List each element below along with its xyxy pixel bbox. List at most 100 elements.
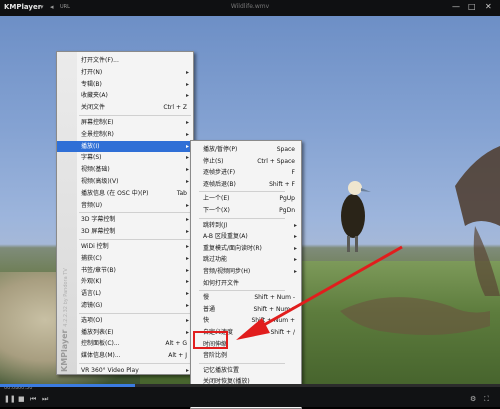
menu-item[interactable]: 3D 字幕控制 ▸: [57, 214, 193, 225]
menu-item[interactable]: 下一个(X) PgDn: [191, 205, 301, 216]
menu-item-shortcut: Shift + /: [270, 329, 295, 336]
fullscreen-icon[interactable]: ⛶: [484, 395, 489, 404]
menu-separator: [199, 191, 285, 193]
menu-item-shortcut: Shift + Num +: [251, 317, 295, 325]
menu-item-shortcut: Shift + F: [269, 180, 295, 188]
menu-item-label: VR 360° Video Play: [81, 367, 139, 374]
submenu-arrow-icon: ▸: [185, 80, 189, 88]
menu-separator: [199, 362, 285, 364]
menu-item[interactable]: 屏幕控制(E) ▸: [57, 117, 193, 128]
bird-image: [341, 181, 371, 252]
menu-item-label: 播放/暂停(P): [203, 146, 238, 153]
menu-item[interactable]: 字幕(S) ▸: [57, 152, 193, 163]
next-icon[interactable]: ⏭: [42, 395, 48, 404]
menu-item[interactable]: 书签/章节(B) ▸: [57, 265, 193, 276]
menu-item[interactable]: WiDi 控制 ▸: [57, 241, 193, 252]
submenu-arrow-icon: ▸: [293, 221, 297, 229]
menu-item-label: 普通: [203, 305, 216, 313]
menu-item[interactable]: 播放列表(E) ▸: [57, 327, 193, 338]
menu-item[interactable]: 视频(基础) ▸: [57, 164, 193, 175]
menu-item[interactable]: 语言(L) ▸: [57, 288, 193, 299]
submenu-arrow-icon: ▸: [185, 278, 189, 286]
menu-item[interactable]: 跳过功能 ▸: [191, 254, 301, 265]
submenu-arrow-icon: ▸: [185, 201, 189, 209]
menu-item[interactable]: 记忆播放位置: [191, 365, 301, 376]
menu-item[interactable]: VR 360° Video Play ▸: [57, 365, 193, 376]
menu-item-label: 记忆播放位置: [203, 366, 240, 374]
pause-icon[interactable]: ❚❚: [4, 395, 16, 403]
submenu-arrow-icon: ▸: [185, 68, 189, 76]
menu-item[interactable]: 打开文件(F)...: [57, 55, 193, 66]
menu-item[interactable]: 关闭文件 Ctrl + Z: [57, 102, 193, 113]
menu-item[interactable]: 如何打开文件: [191, 278, 301, 289]
menu-item[interactable]: 快 Shift + Num +: [191, 315, 301, 326]
menu-item-label: 音频(U): [81, 201, 103, 209]
menu-item[interactable]: 媒体信息(M)... Alt + J: [57, 350, 193, 361]
previous-icon[interactable]: ⏮: [30, 395, 36, 404]
menu-item-label: 外观(K): [81, 278, 102, 286]
submenu-arrow-icon: ▸: [185, 254, 189, 262]
submenu-arrow-icon: ▸: [185, 243, 189, 250]
menu-item-label: 逐帧步进(F): [203, 169, 236, 177]
submenu-arrow-icon: ▸: [185, 266, 189, 274]
close-icon[interactable]: ✕: [485, 2, 492, 11]
menu-item[interactable]: 音频/视频同步(H) ▸: [191, 266, 301, 277]
menu-item-label: 逐帧后退(B): [203, 180, 236, 188]
maximize-icon[interactable]: □: [468, 2, 476, 11]
submenu-arrow-icon: ▸: [185, 142, 189, 150]
menu-item-label: 播放(I): [81, 142, 100, 150]
stop-icon[interactable]: ■: [18, 395, 25, 403]
menu-item[interactable]: 3D 屏幕控制 ▸: [57, 226, 193, 237]
menu-item[interactable]: 收藏夹(A) ▸: [57, 90, 193, 101]
menu-item[interactable]: A-B 区段重复(A) ▸: [191, 231, 301, 242]
menu-item[interactable]: 慢 Shift + Num -: [191, 292, 301, 303]
menu-item[interactable]: 专辑(B) ▸: [57, 79, 193, 90]
menu-item-shortcut: Space: [276, 146, 295, 153]
menu-item[interactable]: 捕获(C) ▸: [57, 253, 193, 264]
menu-item-label: 捕获(C): [81, 254, 102, 262]
menu-item-label: 选项(O): [81, 316, 103, 324]
menu-item-label: 媒体信息(M)...: [81, 352, 121, 360]
menu-item[interactable]: 选项(O) ▸: [57, 315, 193, 326]
menu-item[interactable]: 逐帧后退(B) Shift + F: [191, 179, 301, 190]
menu-item[interactable]: 停止(S) Ctrl + Space: [191, 156, 301, 167]
settings-icon[interactable]: ⚙: [470, 395, 476, 403]
menu-item-shortcut: Shift + Num *: [253, 305, 295, 313]
menu-item[interactable]: 播放(I) ▸: [57, 140, 193, 152]
submenu-arrow-icon: ▸: [185, 302, 189, 309]
menu-item-label: 屏幕控制(E): [81, 119, 114, 126]
menu-item-shortcut: PgDn: [279, 207, 295, 214]
menu-item[interactable]: 滤镜(G) ▸: [57, 300, 193, 311]
menu-item-label: 关闭文件: [81, 104, 106, 112]
submenu-arrow-icon: ▸: [185, 130, 189, 138]
menu-item[interactable]: 播放/暂停(P) Space: [191, 144, 301, 155]
menu-item[interactable]: 全景控制(R) ▸: [57, 129, 193, 140]
menu-item[interactable]: 跳转到(J) ▸: [191, 220, 301, 231]
menu-item[interactable]: 上一个(E) PgUp: [191, 193, 301, 204]
menu-separator: [79, 115, 191, 116]
menu-item[interactable]: 控制面板(C)... Alt + G: [57, 338, 193, 349]
menu-item-label: 语言(L): [81, 290, 102, 298]
submenu-arrow-icon: ▸: [185, 178, 189, 185]
menu-item-label: 专辑(B): [81, 80, 102, 88]
submenu-arrow-icon: ▸: [185, 92, 189, 100]
menu-item[interactable]: 逐帧步进(F) F: [191, 167, 301, 178]
menu-item[interactable]: 重复模式/面向读时(R) ▸: [191, 243, 301, 254]
menu-item[interactable]: 打开(N) ▸: [57, 67, 193, 78]
progress-bar[interactable]: [0, 384, 500, 387]
menu-item[interactable]: 播放信息 (在 OSC 中)(P) Tab: [57, 188, 193, 199]
menu-item-label: 书签/章节(B): [81, 266, 116, 274]
menu-item-shortcut: Alt + J: [168, 352, 187, 360]
menu-item-shortcut: Ctrl + Space: [257, 157, 295, 165]
highlight-box: [193, 331, 228, 349]
menu-item-shortcut: Shift + Num -: [254, 294, 295, 302]
menu-item[interactable]: 视频(高级)(V) ▸: [57, 176, 193, 187]
menu-item[interactable]: 外观(K) ▸: [57, 276, 193, 287]
menu-item[interactable]: 普通 Shift + Num *: [191, 304, 301, 315]
minimize-icon[interactable]: —: [452, 2, 460, 11]
menu-item-label: 打开文件(F)...: [81, 57, 119, 64]
submenu-arrow-icon: ▸: [185, 328, 189, 336]
menu-item[interactable]: 音频(U) ▸: [57, 200, 193, 211]
menu-item[interactable]: 音阶比例: [191, 350, 301, 361]
menu-item-label: 播放列表(E): [81, 328, 114, 336]
